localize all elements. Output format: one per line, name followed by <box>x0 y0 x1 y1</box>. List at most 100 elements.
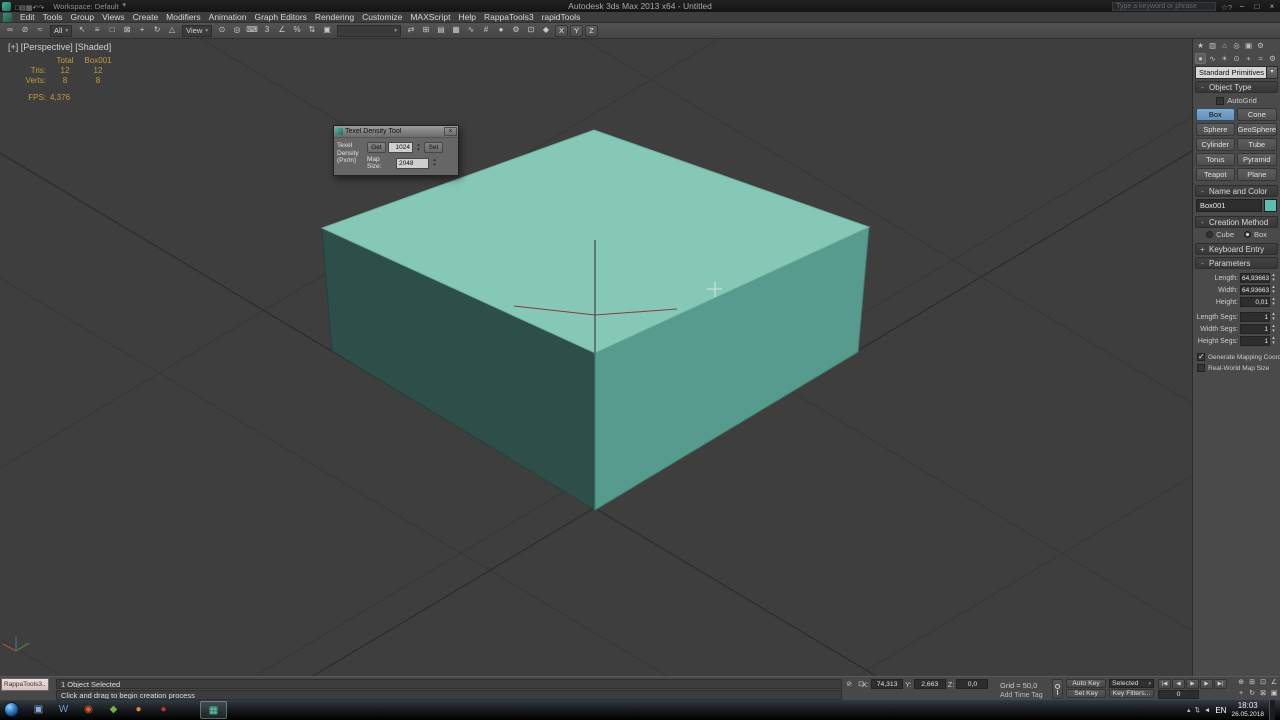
object-name-field[interactable]: Box001 <box>1196 199 1262 212</box>
x-coordinate-field[interactable]: 74,313 <box>871 679 904 689</box>
spinner-down-icon[interactable]: ▾ <box>1270 278 1277 283</box>
rollout-keyboard-entry-header[interactable]: + Keyboard Entry <box>1195 243 1278 255</box>
menu-item[interactable]: Animation <box>209 12 247 22</box>
select-object-icon[interactable]: ↖ <box>75 24 89 37</box>
pan-icon[interactable]: + <box>1236 689 1246 699</box>
menu-item[interactable]: Edit <box>20 12 35 22</box>
viewport-label[interactable]: [+] [Perspective] [Shaded] <box>8 42 111 52</box>
layer-manager-icon[interactable]: ▤ <box>434 24 448 37</box>
primitive-cone-button[interactable]: Cone <box>1236 108 1277 121</box>
key-filters-button[interactable]: Key Filters... <box>1109 689 1154 698</box>
parameter-spinner[interactable]: ▴ ▾ <box>1270 273 1277 283</box>
category-systems[interactable]: ⚙ <box>1267 53 1278 64</box>
menu-item[interactable]: Help <box>458 12 475 22</box>
menu-item[interactable]: Create <box>133 12 159 22</box>
zoom-extents-icon[interactable]: ⊡ <box>1258 678 1268 688</box>
render-setup-icon[interactable]: ⚙ <box>509 24 523 37</box>
isolate-selection-toggle-icon[interactable]: ⊘ <box>844 680 854 690</box>
geometry-type-dropdown[interactable]: Standard Primitives ▾ <box>1195 66 1278 79</box>
taskbar-app-green[interactable]: ◆ <box>101 700 126 720</box>
primitive-teapot-button[interactable]: Teapot <box>1196 168 1235 181</box>
set-keys-button[interactable] <box>1052 679 1063 699</box>
z-axis-button[interactable]: Z <box>585 24 598 37</box>
start-button[interactable] <box>4 702 19 717</box>
workspace-selector[interactable]: Workspace: Default <box>53 2 118 11</box>
tab-create[interactable]: ★ <box>1195 40 1206 51</box>
spinner-down-icon[interactable]: ▾ <box>431 163 438 168</box>
bind-to-space-warp-icon[interactable]: ≈ <box>33 24 47 37</box>
taskbar-active-3dsmax[interactable]: ▦ <box>200 701 227 719</box>
category-helpers[interactable]: + <box>1243 53 1254 64</box>
object-color-swatch[interactable] <box>1264 199 1277 212</box>
rollout-parameters-header[interactable]: - Parameters <box>1195 257 1278 269</box>
render-production-icon[interactable]: ◆ <box>539 24 553 37</box>
select-and-scale-icon[interactable]: △ <box>165 24 179 37</box>
dialog-close-button[interactable]: × <box>444 127 457 136</box>
density-spinner[interactable]: ▴ ▾ <box>415 142 422 153</box>
help-icon[interactable]: ? <box>1228 3 1232 12</box>
close-button[interactable]: × <box>1267 2 1277 11</box>
height-segs-field[interactable]: 1 <box>1240 336 1270 346</box>
open-file-icon[interactable]: ▤ <box>19 5 26 12</box>
select-by-name-icon[interactable]: ≡ <box>90 24 104 37</box>
dialog-titlebar[interactable]: Texel Density Tool × <box>334 126 458 137</box>
rollout-object-type-header[interactable]: - Object Type <box>1195 81 1278 93</box>
category-shapes[interactable]: ∿ <box>1207 53 1218 64</box>
category-cameras[interactable]: ⊙ <box>1231 53 1242 64</box>
rappatools-mini-window[interactable]: RappaTools3.. <box>1 678 49 691</box>
taskbar-app-firefox[interactable]: ● <box>126 700 151 720</box>
add-time-tag-button[interactable]: Add Time Tag <box>1000 692 1043 699</box>
window-crossing-toggle-icon[interactable]: ⊠ <box>120 24 134 37</box>
parameter-spinner[interactable]: ▴ ▾ <box>1270 324 1277 334</box>
selection-filter-dropdown[interactable]: All ▾ <box>50 24 73 37</box>
density-value-field[interactable]: 1024 <box>388 142 413 153</box>
orbit-icon[interactable]: ↻ <box>1247 689 1257 699</box>
menu-item[interactable]: MAXScript <box>410 12 450 22</box>
material-editor-icon[interactable]: ● <box>494 24 508 37</box>
curve-editor-icon[interactable]: ∿ <box>464 24 478 37</box>
unlink-selection-icon[interactable]: ⊘ <box>18 24 32 37</box>
schematic-view-icon[interactable]: # <box>479 24 493 37</box>
menu-item[interactable]: Views <box>102 12 125 22</box>
width-segs-field[interactable]: 1 <box>1240 324 1270 334</box>
previous-frame-button[interactable]: ◀ <box>1172 679 1185 689</box>
mirror-icon[interactable]: ⇄ <box>404 24 418 37</box>
primitive-cylinder-button[interactable]: Cylinder <box>1196 138 1235 151</box>
category-geometry[interactable]: ● <box>1195 53 1206 64</box>
creation-method-box-radio[interactable]: Box <box>1244 230 1267 239</box>
menu-item[interactable]: Graph Editors <box>254 12 306 22</box>
minimize-button[interactable]: − <box>1237 2 1247 11</box>
edit-named-selection-sets-icon[interactable]: ▣ <box>320 24 334 37</box>
maximize-button[interactable]: □ <box>1252 2 1262 11</box>
x-axis-button[interactable]: X <box>555 24 568 37</box>
radio-icon[interactable] <box>1206 231 1214 238</box>
y-coordinate-field[interactable]: 2,663 <box>913 679 946 689</box>
play-button[interactable]: ▶ <box>1186 679 1199 689</box>
tab-hierarchy[interactable]: ⌂ <box>1219 40 1230 51</box>
redo-icon[interactable]: ↷ <box>38 5 44 12</box>
primitive-tube-button[interactable]: Tube <box>1236 138 1277 151</box>
parameter-spinner[interactable]: ▴ ▾ <box>1270 285 1277 295</box>
radio-icon[interactable] <box>1244 231 1251 238</box>
menu-item[interactable]: RappaTools3 <box>484 12 534 22</box>
selection-set-dropdown[interactable]: Selected ▾ <box>1109 679 1154 688</box>
primitive-torus-button[interactable]: Torus <box>1196 153 1235 166</box>
menu-item[interactable]: Customize <box>362 12 402 22</box>
ribbon-toggle-icon[interactable]: ▦ <box>449 24 463 37</box>
spinner-snap-toggle-icon[interactable]: ⇅ <box>305 24 319 37</box>
checkbox-icon[interactable] <box>1197 352 1205 361</box>
taskbar-app-word[interactable]: W <box>51 700 76 720</box>
zoom-icon[interactable]: ⊕ <box>1236 678 1246 688</box>
reference-coordinate-system-dropdown[interactable]: View ▾ <box>182 24 212 37</box>
primitive-box-button[interactable]: Box <box>1196 108 1235 121</box>
field-of-view-icon[interactable]: ∠ <box>1269 678 1279 688</box>
select-and-link-icon[interactable]: ∞ <box>3 24 17 37</box>
next-frame-button[interactable]: ▶ <box>1200 679 1213 689</box>
primitive-plane-button[interactable]: Plane <box>1236 168 1277 181</box>
use-pivot-point-center-icon[interactable]: ⊙ <box>215 24 229 37</box>
rollout-collapse-icon[interactable]: - <box>1199 83 1206 92</box>
spinner-down-icon[interactable]: ▾ <box>1270 290 1277 295</box>
tab-display[interactable]: ▣ <box>1243 40 1254 51</box>
maximize-viewport-toggle-icon[interactable]: ▣ <box>1269 689 1279 699</box>
spinner-down-icon[interactable]: ▾ <box>1270 317 1277 322</box>
